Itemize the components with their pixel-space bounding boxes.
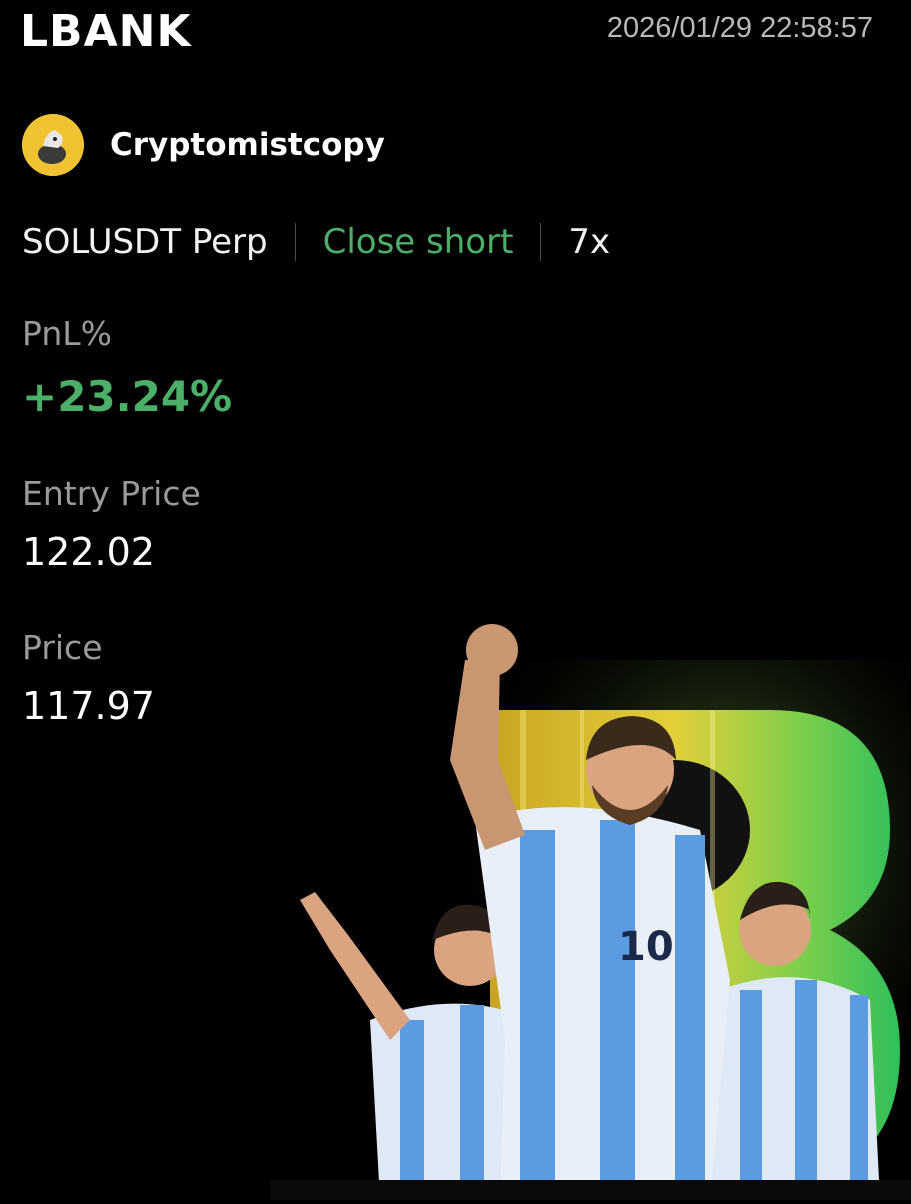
jersey-number: 10: [618, 924, 674, 970]
timestamp: 2026/01/29 22:58:57: [606, 12, 873, 44]
user-row: Cryptomistcopy: [22, 114, 385, 176]
pnl-value: +23.24%: [22, 372, 233, 421]
lbank-logo: LBANK: [20, 6, 192, 57]
avatar: [22, 114, 84, 176]
promo-banner-image: 10: [270, 620, 911, 1200]
trade-symbol: SOLUSDT Perp: [22, 222, 268, 262]
divider: [294, 223, 296, 261]
trade-leverage: 7x: [568, 222, 611, 262]
pnl-label: PnL%: [22, 314, 112, 353]
entry-price-value: 122.02: [22, 530, 155, 574]
divider: [540, 223, 542, 261]
price-label: Price: [22, 628, 103, 667]
username: Cryptomistcopy: [110, 127, 385, 163]
trade-action: Close short: [322, 222, 514, 262]
price-value: 117.97: [22, 684, 155, 728]
entry-price-label: Entry Price: [22, 474, 201, 513]
trade-row: SOLUSDT Perp Close short 7x: [22, 222, 610, 262]
